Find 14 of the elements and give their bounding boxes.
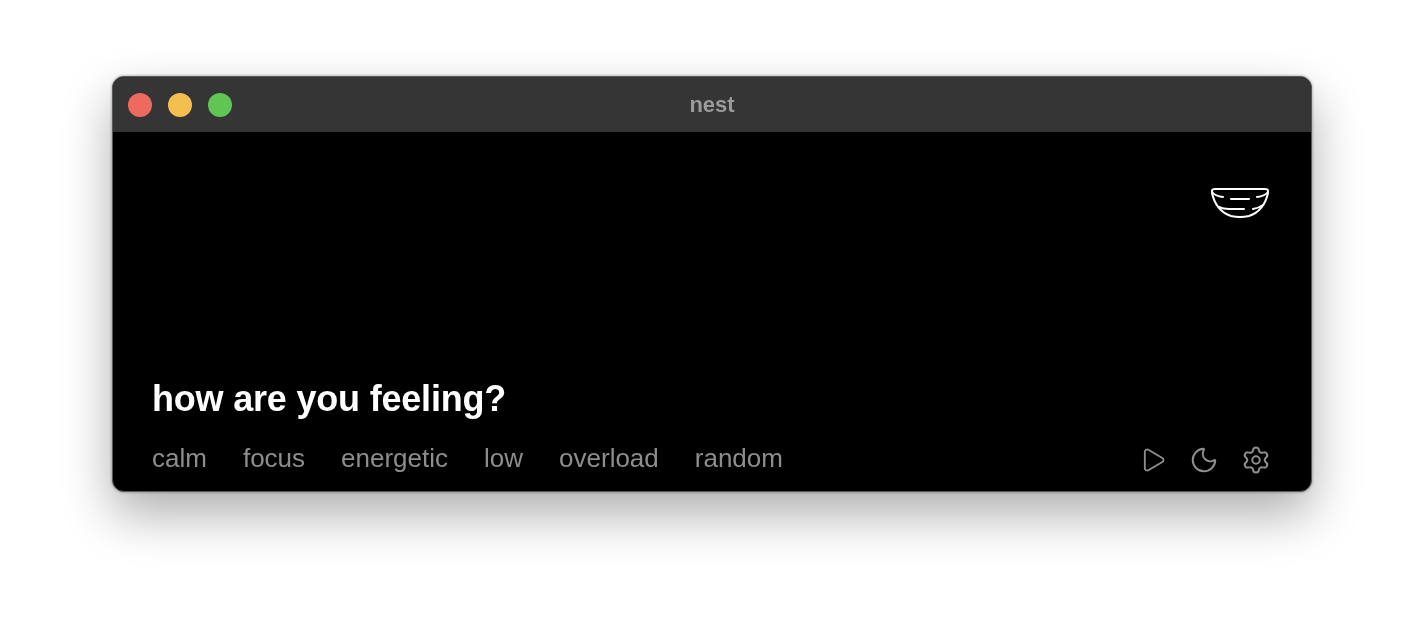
close-window-icon[interactable] — [128, 92, 152, 117]
mood-option[interactable]: energetic — [341, 442, 449, 474]
prompt-heading: how are you feeling? — [152, 379, 507, 419]
moon-icon[interactable] — [1189, 445, 1219, 475]
maximize-window-icon[interactable] — [208, 92, 232, 117]
mood-option[interactable]: overload — [559, 442, 659, 474]
mood-option[interactable]: focus — [242, 442, 306, 474]
mood-option[interactable]: random — [694, 442, 783, 474]
mood-option[interactable]: low — [484, 442, 524, 474]
minimize-window-icon[interactable] — [168, 92, 192, 117]
window-title: nest — [689, 91, 735, 118]
settings-icon[interactable] — [1241, 445, 1271, 475]
bowl-icon — [1209, 187, 1271, 219]
mood-option[interactable]: calm — [152, 442, 207, 474]
